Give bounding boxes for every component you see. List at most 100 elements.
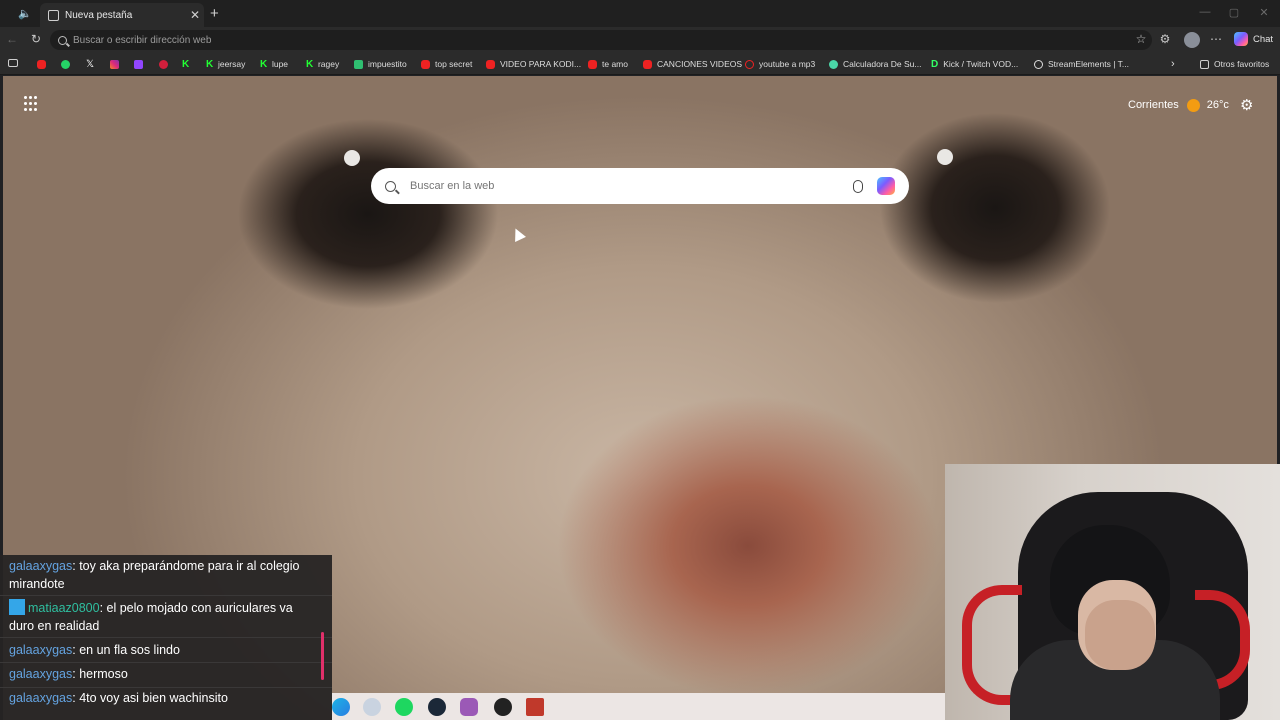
bookmark-label: youtube a mp3	[759, 59, 816, 69]
minimize-button[interactable]: —	[1195, 6, 1215, 18]
gear-icon[interactable]: ⚙	[1240, 96, 1253, 114]
other-favorites[interactable]: Otros favoritos	[1200, 57, 1269, 71]
chat-message: galaaxygas: en un fla sos lindo	[9, 643, 180, 657]
back-icon[interactable]: ←	[4, 32, 20, 46]
chat-username: galaaxygas	[9, 643, 73, 657]
eye-glint	[344, 150, 360, 166]
weather-city: Corrientes	[1128, 99, 1179, 111]
kick-icon: K	[260, 58, 268, 70]
calculator-icon	[829, 59, 838, 69]
converter-icon	[745, 59, 754, 69]
streamelements-icon	[1034, 59, 1043, 69]
bookmark-kick[interactable]: K	[182, 57, 189, 71]
app-icon[interactable]	[363, 698, 381, 716]
taskbar	[332, 693, 945, 720]
bookmark-streamelements[interactable]: StreamElements | T...	[1034, 57, 1129, 71]
weather-widget[interactable]: Corrientes 26°c	[1128, 97, 1229, 113]
other-favorites-label: Otros favoritos	[1214, 59, 1270, 69]
spotify-icon[interactable]	[395, 698, 413, 716]
collections-icon[interactable]	[8, 59, 18, 67]
youtube-icon	[588, 59, 597, 69]
new-tab-button[interactable]: +	[210, 5, 219, 22]
bookmark-youtube[interactable]	[37, 57, 51, 71]
bookmark-label: StreamElements | T...	[1048, 59, 1129, 69]
sheet-icon	[354, 59, 363, 69]
bookmark-label: top secret	[435, 59, 473, 69]
address-placeholder: Buscar o escribir dirección web	[73, 34, 212, 46]
bookmark-calculadora[interactable]: Calculadora De Su...	[829, 57, 921, 71]
chat-username: galaaxygas	[9, 691, 73, 705]
bookmark-label: jeersay	[217, 59, 246, 69]
tab-title: Nueva pestaña	[65, 9, 133, 21]
close-window-button[interactable]: ✕	[1254, 6, 1274, 19]
bookmark-canciones-videos[interactable]: CANCIONES VIDEOS	[643, 57, 742, 71]
bookmark-te-amo[interactable]: te amo	[588, 57, 628, 71]
address-bar[interactable]: Buscar o escribir dirección web	[50, 30, 1152, 50]
weather-temp: 26°c	[1206, 99, 1229, 111]
bookmark-label: CANCIONES VIDEOS	[657, 59, 743, 69]
steam-icon[interactable]	[428, 698, 446, 716]
youtube-icon	[643, 59, 652, 69]
favorite-star-icon[interactable]: ☆	[1133, 32, 1149, 46]
bookmark-impuestito[interactable]: impuestito	[354, 57, 407, 71]
x-icon: 𝕏	[86, 58, 95, 70]
chat-text: en un fla sos lindo	[79, 643, 180, 657]
refresh-icon[interactable]: ↻	[28, 32, 44, 46]
bookmark-video-para-kodi[interactable]: VIDEO PARA KODI...	[486, 57, 581, 71]
bookmark-lupe[interactable]: K lupe	[260, 57, 288, 71]
bookmark-jeersay[interactable]: K jeersay	[206, 57, 245, 71]
more-menu-icon[interactable]: ⋯	[1208, 32, 1224, 46]
app-icon[interactable]	[526, 698, 544, 716]
youtube-icon	[37, 59, 46, 69]
microphone-icon[interactable]	[853, 179, 863, 193]
folder-icon	[1200, 59, 1209, 69]
eye-glint	[937, 149, 953, 165]
close-tab-icon[interactable]: ✕	[186, 8, 204, 22]
kick-icon: K	[182, 58, 190, 70]
bookmark-label: lupe	[271, 59, 289, 69]
tab-page-icon	[48, 9, 59, 21]
chat-text: hermoso	[79, 667, 128, 681]
bookmark-youtube-a-mp3[interactable]: youtube a mp3	[745, 57, 815, 71]
search-input[interactable]	[410, 180, 853, 192]
extensions-icon[interactable]: ⚙	[1157, 32, 1173, 46]
maximize-button[interactable]: ▢	[1224, 6, 1244, 19]
bookmark-whatsapp[interactable]	[61, 57, 75, 71]
whatsapp-icon	[61, 59, 70, 69]
chat-username: galaaxygas	[9, 667, 73, 681]
youtube-icon	[421, 59, 430, 69]
edge-icon[interactable]	[332, 698, 350, 716]
chat-message: galaaxygas: toy aka preparándome para ir…	[9, 559, 300, 591]
app-icon[interactable]	[460, 698, 478, 716]
chat-text: 4to voy asi bien wachinsito	[79, 691, 228, 705]
chat-message: galaaxygas: 4to voy asi bien wachinsito	[9, 691, 228, 705]
bookmark-instagram[interactable]	[110, 57, 124, 71]
app-icon[interactable]	[494, 698, 512, 716]
bookmark-x[interactable]: 𝕏	[86, 57, 94, 71]
chat-scrollbar[interactable]	[321, 632, 324, 680]
search-icon	[58, 35, 67, 45]
chat-button[interactable]: Chat	[1253, 34, 1273, 45]
tab-new-tab[interactable]: Nueva pestaña ✕	[40, 3, 204, 27]
copilot-icon[interactable]	[1234, 32, 1248, 46]
kick-icon: K	[306, 58, 314, 70]
chevron-right-icon[interactable]: ›	[1171, 57, 1175, 71]
web-search-box[interactable]	[371, 168, 909, 204]
bookmark-label: Kick / Twitch VOD...	[943, 59, 1019, 69]
bookmark-ragey[interactable]: K ragey	[306, 57, 339, 71]
instagram-icon	[110, 59, 119, 69]
bookmark-red-app[interactable]	[159, 57, 173, 71]
speaker-muted-icon[interactable]: 🔈	[18, 7, 32, 20]
bookmark-kick-twitch-vod[interactable]: D Kick / Twitch VOD...	[931, 57, 1018, 71]
bookmark-label: Calculadora De Su...	[843, 59, 922, 69]
profile-avatar[interactable]	[1184, 32, 1200, 48]
red-app-icon	[159, 59, 168, 69]
streamer-hand	[1085, 600, 1155, 670]
bookmark-label: VIDEO PARA KODI...	[500, 59, 582, 69]
bookmark-twitch[interactable]	[134, 57, 148, 71]
copilot-icon[interactable]	[877, 177, 895, 195]
bookmark-top-secret[interactable]: top secret	[421, 57, 472, 71]
bookmark-label: ragey	[317, 59, 340, 69]
apps-grid-icon[interactable]	[24, 96, 40, 112]
bookmark-label: te amo	[602, 59, 628, 69]
